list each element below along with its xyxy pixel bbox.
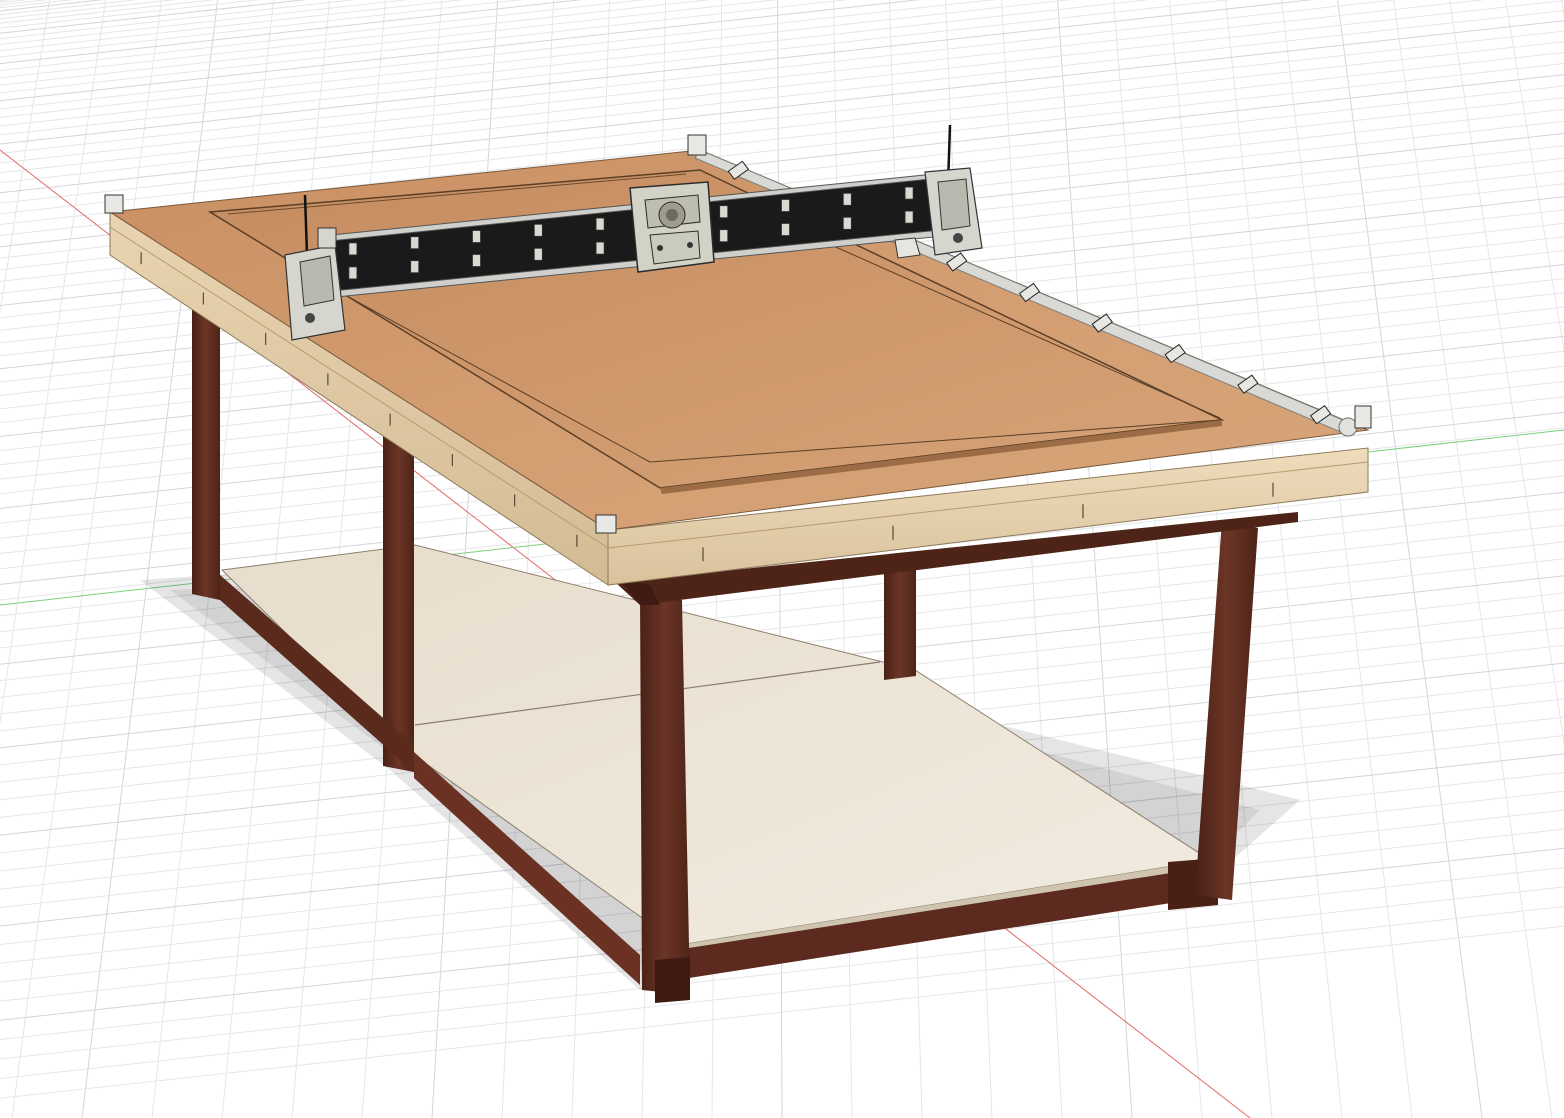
router-carriage	[629, 181, 715, 273]
cad-viewport[interactable]	[0, 0, 1564, 1118]
3d-scene-canvas[interactable]	[0, 0, 1564, 1118]
